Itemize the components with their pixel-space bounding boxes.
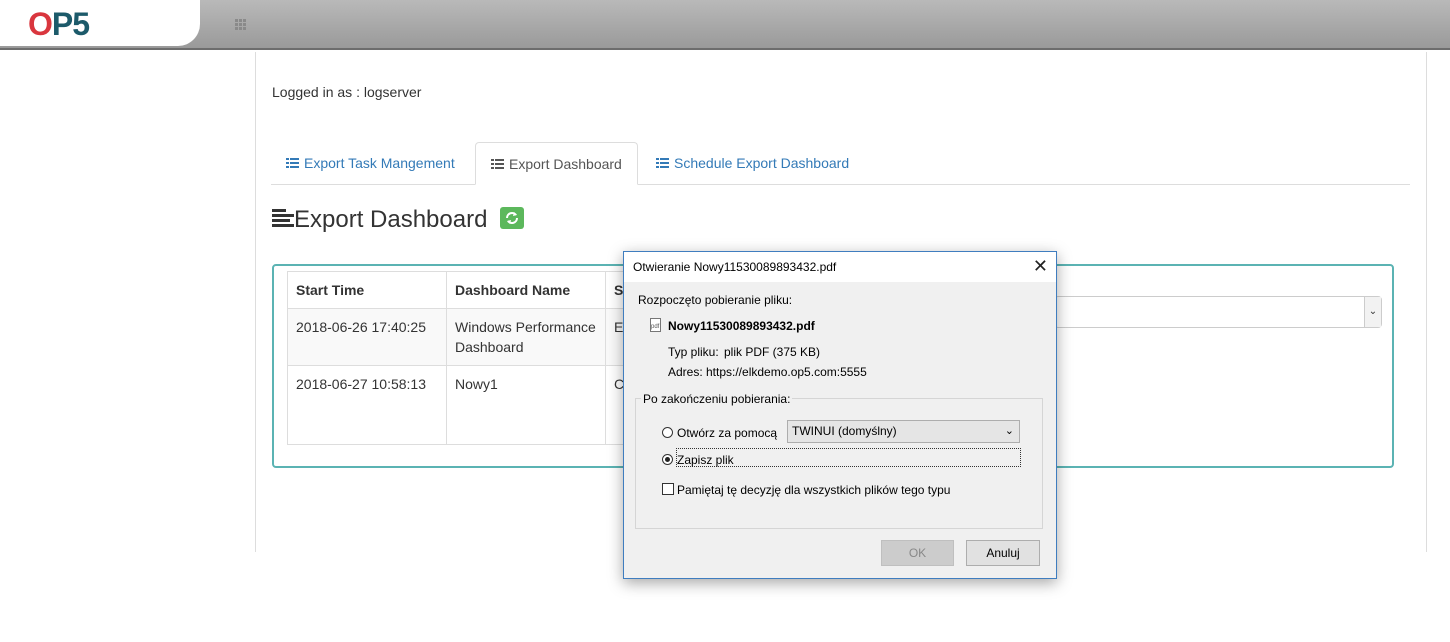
remember-label[interactable]: Pamiętaj tę decyzję dla wszystkich plikó… [677,483,950,497]
tab-label: Export Dashboard [509,156,622,172]
tab-export-task-management[interactable]: Export Task Mangement [271,142,470,184]
file-type-label: Typ pliku: [668,345,719,359]
dashboard-name-cell: Windows Performance Dashboard [446,308,606,366]
file-name: Nowy11530089893432.pdf [668,319,815,333]
page-title: Export Dashboard [272,206,525,234]
dashboard-name-line: Dashboard [455,339,524,355]
dialog-title: Otwieranie Nowy11530089893432.pdf [633,260,837,274]
list-icon [286,158,299,169]
table-row[interactable]: 2018-06-27 10:58:13 Nowy1 Co [287,365,643,445]
page-title-text: Export Dashboard [294,206,488,233]
column-header: Start Time [287,271,447,309]
start-time-cell: 2018-06-27 10:58:13 [287,365,447,445]
pdf-file-icon: pdf [650,318,661,332]
table-row[interactable]: 2018-06-26 17:40:25 Windows Performance D… [287,308,643,366]
open-with-label[interactable]: Otwórz za pomocą [677,426,777,440]
refresh-button[interactable] [500,207,525,229]
apps-grid-icon[interactable] [235,19,246,30]
ok-button[interactable]: OK [881,540,954,566]
op5-logo: OP5 [28,6,90,43]
chevron-down-icon: ⌄ [1004,425,1014,437]
logo-letter-o: O [28,6,53,42]
save-file-radio[interactable] [662,454,673,465]
column-header: Dashboard Name [446,271,606,309]
list-icon [656,158,669,169]
logo-letters: P5 [51,6,90,42]
refresh-icon [506,212,519,224]
open-with-app-select[interactable]: TWINUI (domyślny) ⌄ [787,420,1020,443]
remember-checkbox[interactable] [662,483,674,495]
table-header-row: Start Time Dashboard Name St [287,271,643,309]
dashboard-name-cell: Nowy1 [446,365,606,445]
logo-container[interactable]: OP5 [0,0,200,46]
tab-bar: Export Task Mangement Export Dashboard S… [271,142,1410,185]
save-file-label[interactable]: Zapisz plik [677,453,734,467]
tab-schedule-export-dashboard[interactable]: Schedule Export Dashboard [641,142,864,184]
list-icon [491,159,504,170]
tab-label: Export Task Mangement [304,155,455,171]
dashboard-select[interactable]: ⌄ [1054,296,1382,328]
tab-export-dashboard[interactable]: Export Dashboard [475,142,638,185]
open-with-radio[interactable] [662,427,673,438]
after-download-label: Po zakończeniu pobierania: [641,392,793,406]
cancel-button[interactable]: Anuluj [966,540,1040,566]
download-started-label: Rozpoczęto pobieranie pliku: [638,293,793,307]
logged-in-label: Logged in as : logserver [272,84,422,100]
start-time-cell: 2018-06-26 17:40:25 [287,308,447,366]
export-table: Start Time Dashboard Name St 2018-06-26 … [287,271,643,445]
address-value: https://elkdemo.op5.com:5555 [706,365,867,379]
file-type-value: plik PDF (375 KB) [724,345,821,359]
align-left-icon [272,209,294,229]
top-navigation-bar: OP5 [0,0,1450,50]
open-with-app-value: TWINUI (domyślny) [792,424,897,438]
dialog-titlebar[interactable]: Otwieranie Nowy11530089893432.pdf ✕ [624,252,1056,282]
close-icon[interactable]: ✕ [1033,256,1048,276]
download-dialog: Otwieranie Nowy11530089893432.pdf ✕ Rozp… [623,251,1057,579]
dashboard-name-line: Windows Performance [455,319,596,335]
address-label: Adres: [668,365,703,379]
chevron-down-icon: ⌄ [1364,297,1381,327]
tab-label: Schedule Export Dashboard [674,155,850,171]
